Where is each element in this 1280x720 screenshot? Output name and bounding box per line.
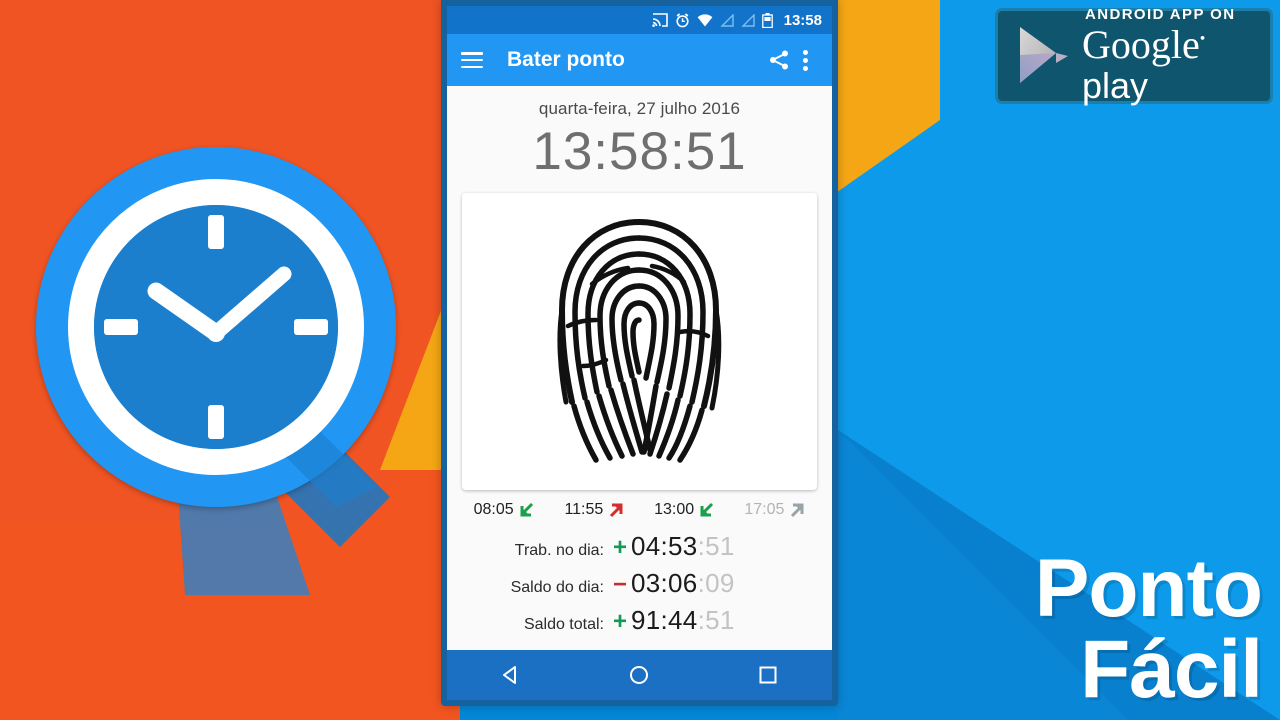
phone-mockup: 13:58 Bater ponto quarta-feira, 27 julho… bbox=[441, 0, 838, 706]
arrow-up-right-icon bbox=[791, 503, 804, 518]
back-triangle-icon[interactable] bbox=[482, 655, 540, 695]
alarm-icon bbox=[676, 12, 689, 27]
play-badge-brand-suffix: play bbox=[1082, 65, 1149, 106]
google-play-badge[interactable]: ANDROID APP ON Google• play bbox=[995, 6, 1273, 106]
summary-value: 04:53 bbox=[631, 531, 698, 561]
google-play-triangle-icon bbox=[1020, 27, 1068, 83]
arrow-down-left-icon bbox=[700, 502, 714, 517]
overflow-menu-icon[interactable] bbox=[792, 49, 818, 71]
summary-seconds: :09 bbox=[697, 568, 735, 598]
wordmark-line-2: Fácil bbox=[1080, 623, 1263, 715]
punch-entry[interactable]: 08:05 bbox=[459, 501, 549, 519]
summary-row: Saldo do dia: − 03:06 :09 bbox=[465, 568, 814, 599]
punch-time: 08:05 bbox=[473, 501, 514, 518]
app-toolbar: Bater ponto bbox=[447, 34, 832, 86]
app-logo bbox=[10, 135, 430, 595]
punch-times-row: 08:05 11:55 13:00 17:05 bbox=[459, 501, 820, 519]
summary-label: Saldo total: bbox=[523, 616, 604, 633]
app-wordmark: Ponto Fácil bbox=[1034, 543, 1263, 715]
main-content: quarta-feira, 27 julho 2016 13:58:51 08:… bbox=[447, 86, 832, 650]
recents-square-icon[interactable] bbox=[739, 655, 797, 695]
day-summary: Trab. no dia: + 04:53 :51 Saldo do dia: … bbox=[447, 525, 832, 642]
punch-entry[interactable]: 13:00 bbox=[640, 501, 730, 519]
arrow-down-left-icon bbox=[520, 502, 533, 517]
wordmark-line-1: Ponto bbox=[1034, 543, 1263, 635]
summary-seconds: :51 bbox=[697, 605, 735, 635]
phone-screen: 13:58 Bater ponto quarta-feira, 27 julho… bbox=[447, 6, 832, 700]
battery-icon bbox=[761, 12, 773, 28]
share-icon[interactable] bbox=[766, 49, 792, 71]
punch-time: 17:05 bbox=[744, 501, 785, 518]
summary-sign: − bbox=[613, 571, 628, 598]
summary-row: Trab. no dia: + 04:53 :51 bbox=[465, 531, 814, 562]
android-status-bar: 13:58 bbox=[447, 6, 832, 34]
summary-sign: + bbox=[613, 534, 628, 561]
cast-icon bbox=[651, 13, 668, 27]
home-circle-icon[interactable] bbox=[610, 655, 668, 695]
fingerprint-icon bbox=[557, 218, 722, 463]
wifi-icon bbox=[697, 13, 713, 26]
summary-sign: + bbox=[613, 608, 628, 635]
current-time: 13:58:51 bbox=[532, 122, 747, 181]
signal-icon bbox=[719, 13, 734, 27]
play-badge-subtitle: ANDROID APP ON bbox=[1085, 6, 1236, 23]
summary-label: Trab. no dia: bbox=[514, 542, 604, 559]
play-badge-brand: Google bbox=[1082, 22, 1200, 67]
summary-seconds: :51 bbox=[697, 531, 735, 561]
signal-icon bbox=[740, 13, 755, 27]
summary-label: Saldo do dia: bbox=[510, 579, 604, 596]
page-title: Bater ponto bbox=[507, 48, 625, 71]
promo-screenshot: ANDROID APP ON Google• play Ponto Fácil bbox=[0, 0, 1280, 720]
summary-value: 91:44 bbox=[631, 605, 698, 635]
android-nav-bar bbox=[447, 650, 832, 700]
hamburger-icon[interactable] bbox=[461, 52, 483, 68]
current-date: quarta-feira, 27 julho 2016 bbox=[538, 99, 741, 118]
summary-row: Saldo total: + 91:44 :51 bbox=[465, 605, 814, 636]
punch-time: 11:55 bbox=[564, 501, 604, 518]
fingerprint-punch-button[interactable] bbox=[462, 193, 817, 490]
punch-exit-pending[interactable]: 17:05 bbox=[730, 501, 820, 519]
punch-time: 13:00 bbox=[654, 501, 695, 518]
clock-face-icon bbox=[36, 147, 396, 507]
summary-value: 03:06 bbox=[631, 568, 698, 598]
status-bar-clock: 13:58 bbox=[783, 11, 822, 29]
punch-exit[interactable]: 11:55 bbox=[549, 501, 639, 519]
arrow-up-right-icon bbox=[610, 503, 623, 518]
